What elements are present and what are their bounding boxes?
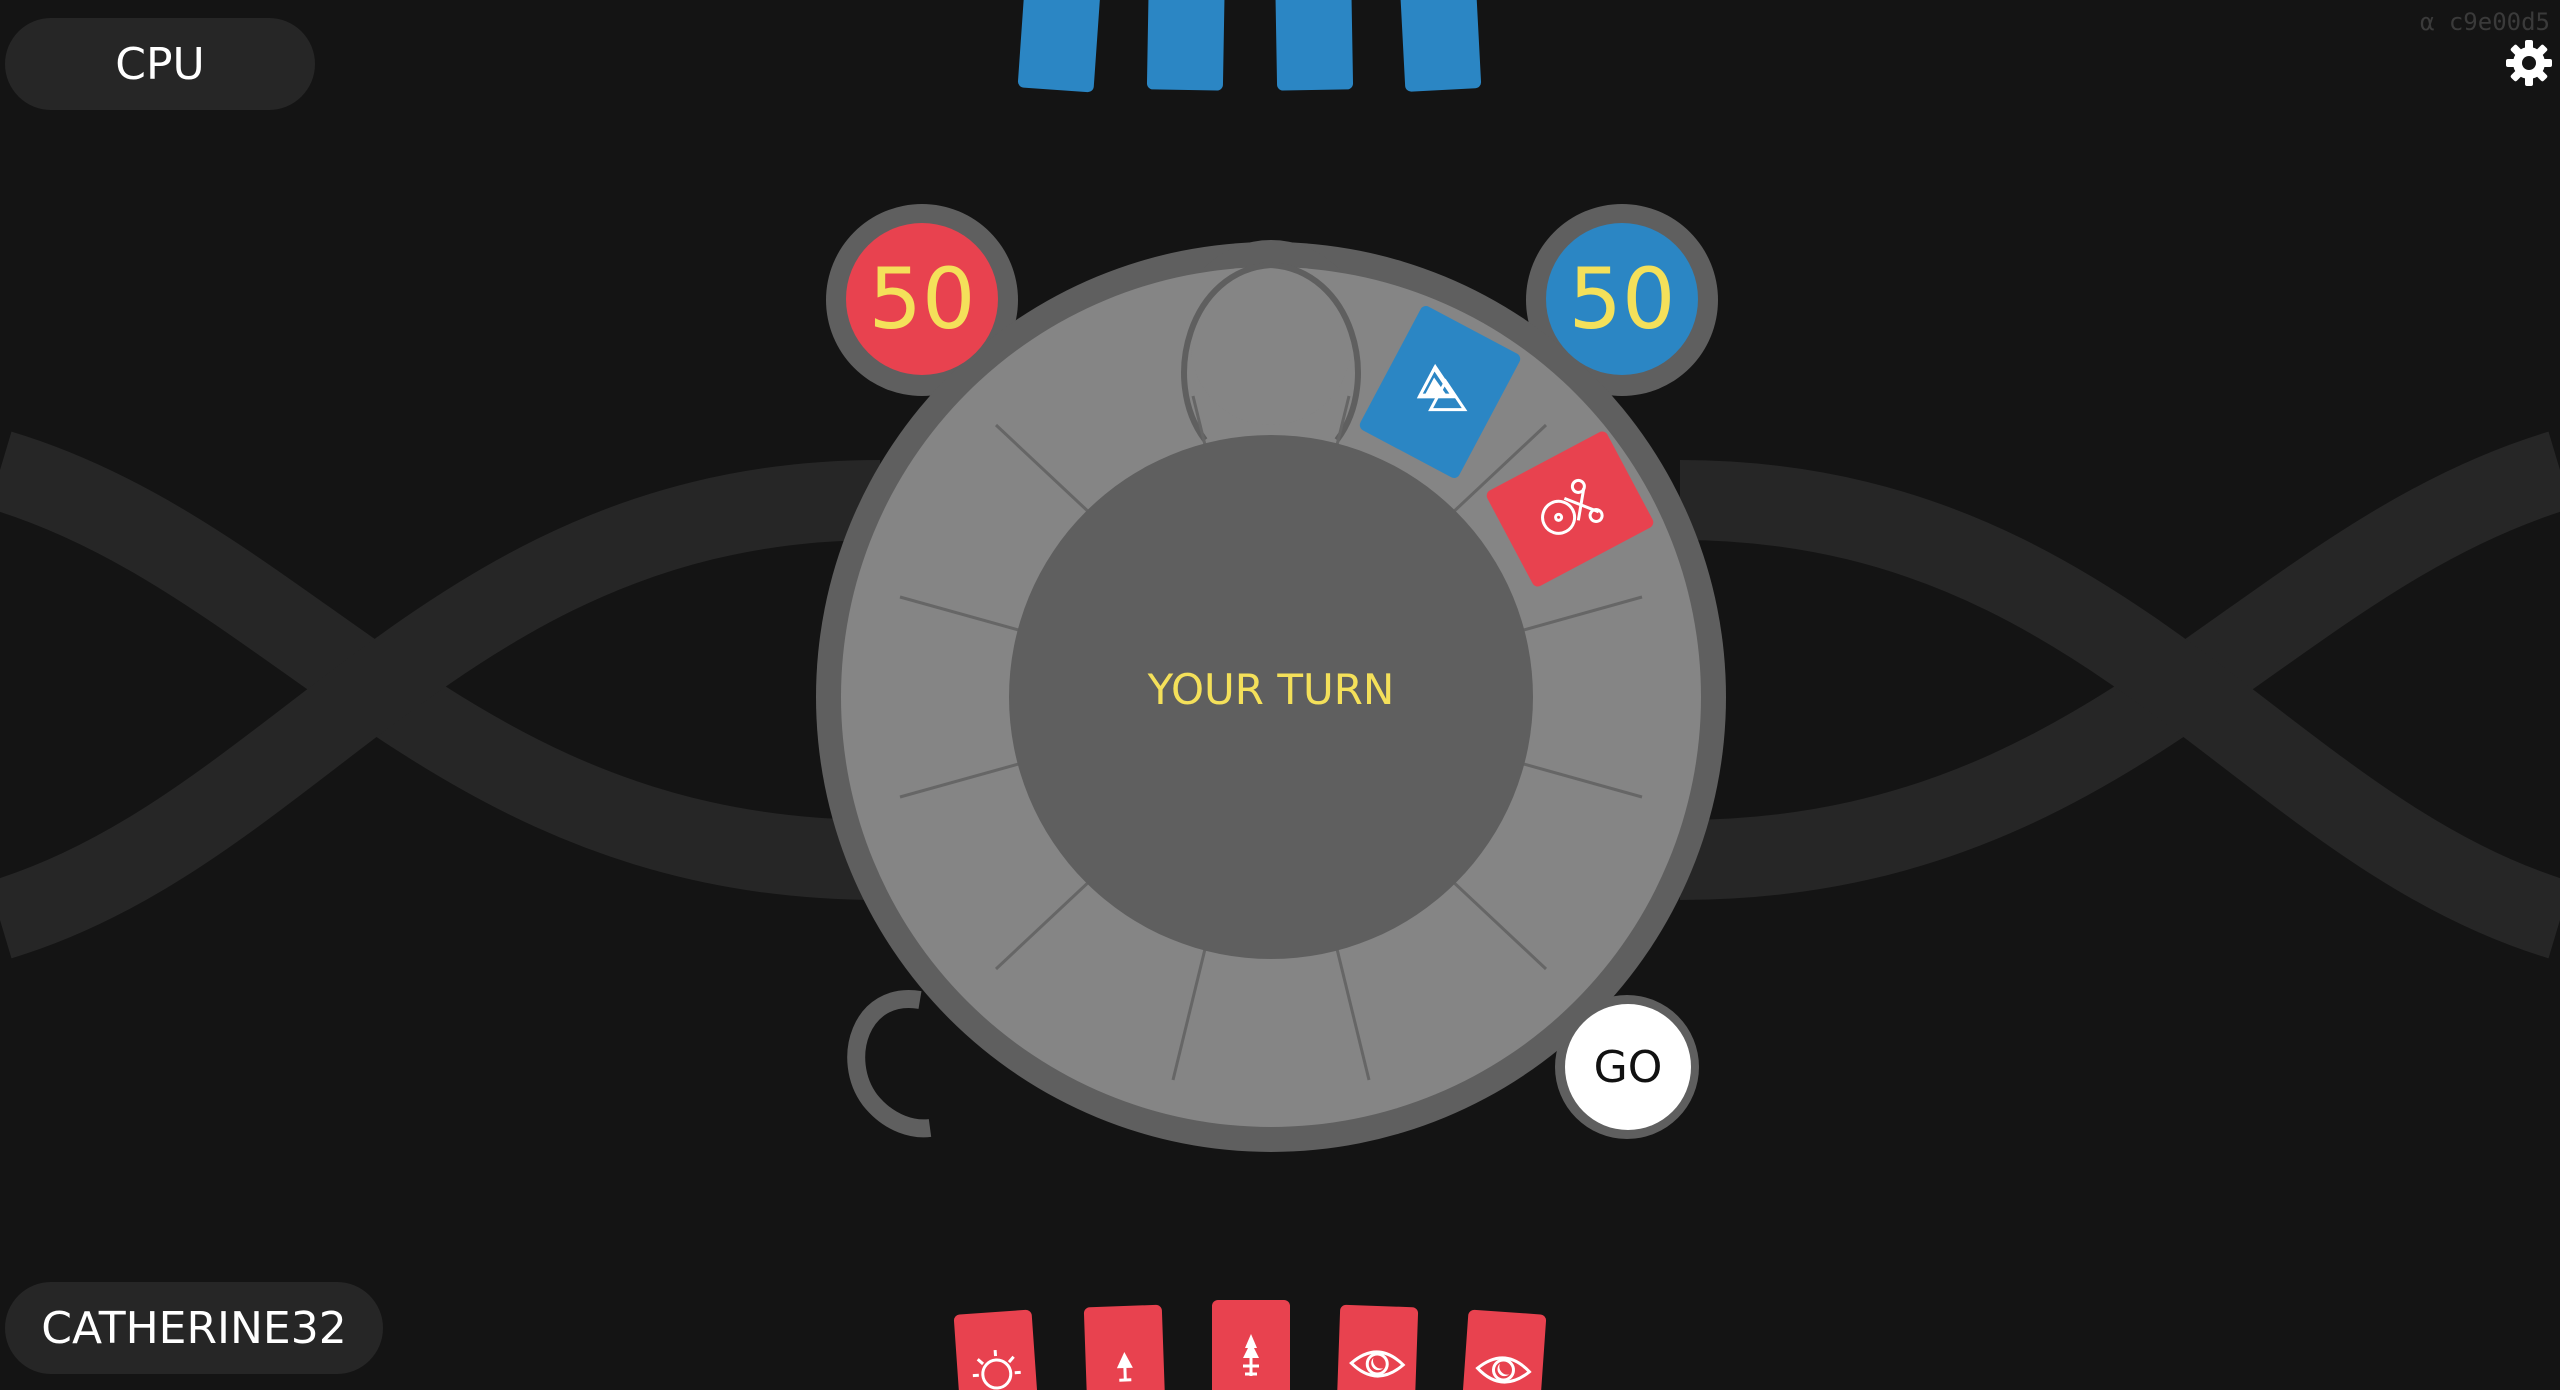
game-stage: CPU α c9e00d5 YOUR TURN 50 50 GO CATHERI…: [0, 0, 2560, 1390]
turn-status-text: YOUR TURN: [1147, 665, 1395, 714]
board-curl-decoration: [847, 990, 932, 1138]
player-card-sun[interactable]: [953, 1309, 1041, 1390]
red-score-badge: 50: [846, 223, 998, 375]
blue-score-badge: 50: [1546, 223, 1698, 375]
go-button[interactable]: GO: [1565, 1004, 1691, 1130]
player-card-eye[interactable]: [1335, 1304, 1419, 1390]
player-card-pine-tree[interactable]: [1212, 1300, 1290, 1390]
player-card-eye[interactable]: [1459, 1309, 1547, 1390]
eye-icon: [1475, 1356, 1532, 1384]
player-card-small-tree[interactable]: [1083, 1304, 1167, 1390]
pine-tree-icon: [1243, 1334, 1259, 1376]
sun-icon: [972, 1349, 1021, 1390]
eye-icon: [1349, 1350, 1406, 1378]
small-tree-icon: [1116, 1352, 1133, 1382]
player-name-label: CATHERINE32: [5, 1282, 383, 1374]
